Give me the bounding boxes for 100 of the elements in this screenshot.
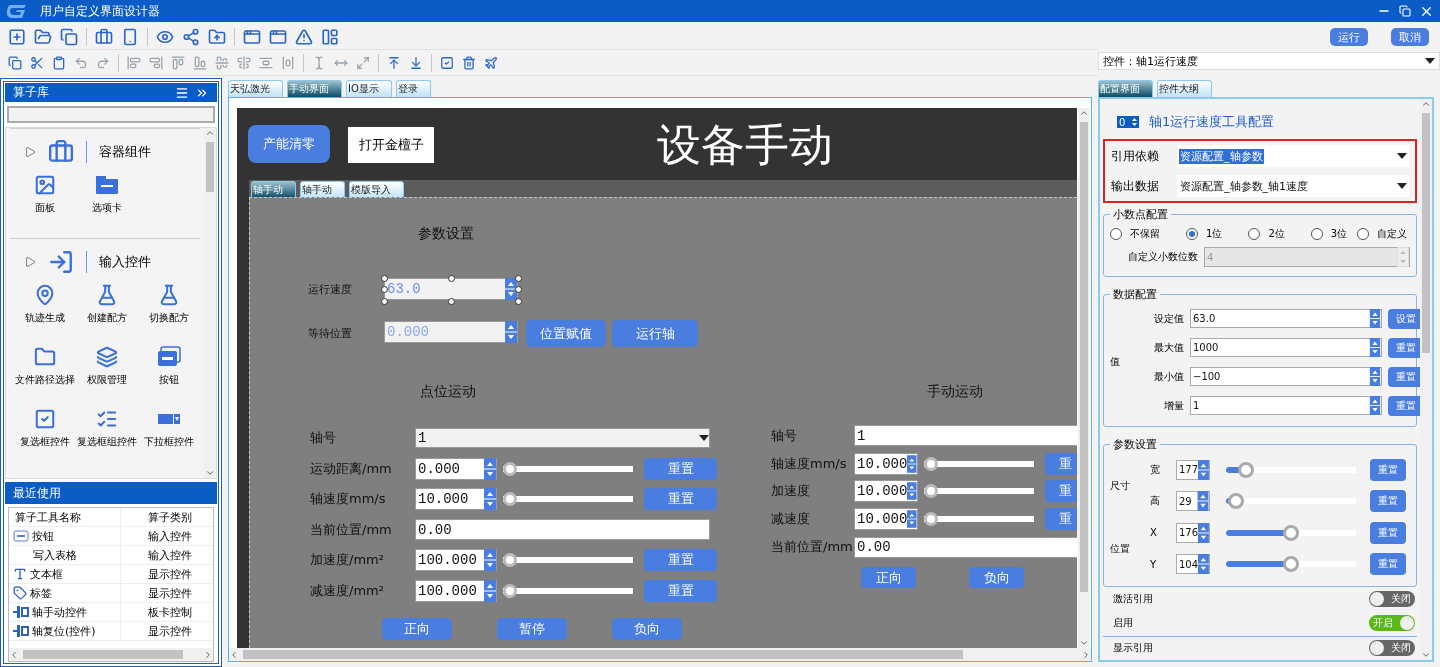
scroll-right-icon[interactable]	[1081, 649, 1091, 660]
scroll-thumb[interactable]	[243, 650, 963, 659]
distribute-horizontal-icon[interactable]	[281, 55, 295, 70]
table-row[interactable]: 按钮 输入控件	[9, 527, 213, 546]
radio-option[interactable]: 不保留	[1110, 227, 1160, 241]
radio-option[interactable]: 1位	[1186, 227, 1223, 241]
spinner-icon[interactable]	[484, 549, 496, 572]
control-dropdown[interactable]: 控件：轴1运行速度	[1098, 52, 1440, 70]
spinner-icon[interactable]	[907, 508, 917, 531]
spinner-icon[interactable]	[1197, 491, 1209, 512]
align-top-icon[interactable]	[171, 55, 185, 70]
radio-option[interactable]: 3位	[1310, 227, 1348, 241]
map-pin-icon[interactable]	[34, 284, 56, 306]
redo-icon[interactable]	[96, 55, 110, 70]
scroll-up-icon[interactable]	[1421, 99, 1431, 109]
select-all-icon[interactable]	[440, 55, 454, 70]
window-icon[interactable]	[269, 27, 287, 46]
scroll-down-icon[interactable]	[205, 468, 215, 478]
scrollbar[interactable]	[9, 648, 213, 661]
briefcase-icon[interactable]	[95, 27, 113, 46]
align-left-icon[interactable]	[127, 55, 141, 70]
category-title[interactable]: 输入控件	[86, 250, 151, 273]
binding-dropdown[interactable]: 资源配置_轴参数_轴1速度	[1177, 175, 1409, 197]
layers-icon[interactable]	[96, 346, 118, 368]
number-field[interactable]: 176	[1176, 522, 1210, 543]
index-spinner[interactable]: 0	[1117, 116, 1139, 128]
reset-button[interactable]: 重置	[644, 579, 717, 602]
spinner-icon[interactable]	[1369, 338, 1381, 357]
scroll-left-icon[interactable]	[229, 649, 239, 660]
share-icon[interactable]	[182, 27, 200, 46]
tab[interactable]: 天弘激光	[228, 80, 283, 97]
tab[interactable]: 控件大纲	[1157, 80, 1212, 97]
scroll-left-icon[interactable]	[9, 649, 19, 660]
spinner-icon[interactable]	[1369, 309, 1381, 328]
scrollbar[interactable]	[204, 128, 216, 478]
library-item[interactable]: 复选框控件	[14, 408, 76, 460]
jog-button[interactable]: 负向	[969, 567, 1024, 588]
plane-icon[interactable]	[484, 55, 498, 70]
radio-option[interactable]: 自定义	[1357, 227, 1408, 241]
table-row[interactable]: 标签 显示控件	[9, 584, 213, 603]
spinner-icon[interactable]	[1198, 522, 1209, 543]
clear-button[interactable]: 产能清零	[248, 125, 330, 163]
reset-button[interactable]: 重	[1045, 480, 1077, 503]
copy-icon[interactable]	[60, 27, 78, 46]
action-button[interactable]: 运行轴	[612, 320, 698, 347]
reset-button[interactable]: 重	[1045, 452, 1077, 475]
table-row[interactable]: 文本框 显示控件	[9, 565, 213, 584]
toggle-switch[interactable]: 关闭	[1369, 640, 1415, 657]
spinner-icon[interactable]	[1369, 367, 1381, 386]
spinner-icon[interactable]	[907, 452, 917, 475]
undo-icon[interactable]	[74, 55, 88, 70]
reset-button[interactable]: 重置	[644, 457, 717, 480]
dropdown-caret-icon[interactable]	[699, 435, 709, 442]
scroll-thumb[interactable]	[206, 142, 214, 192]
align-right-icon[interactable]	[149, 55, 163, 70]
reset-button[interactable]: 重置	[1388, 395, 1420, 416]
open-button[interactable]: 打开金檀子	[348, 127, 434, 163]
dropdown-caret-icon[interactable]	[1397, 153, 1407, 159]
tab[interactable]: IO显示	[346, 80, 392, 97]
spinner-icon[interactable]	[484, 457, 496, 480]
scroll-up-icon[interactable]	[1079, 108, 1089, 118]
action-button[interactable]: 位置赋值	[526, 320, 606, 347]
text-field[interactable]: 0.00	[854, 536, 1077, 558]
text-field[interactable]: 0.00	[415, 519, 710, 541]
spinner-icon[interactable]	[484, 579, 496, 602]
number-field[interactable]: 177	[1176, 459, 1210, 480]
table-row[interactable]: 轴复位(控件) 显示控件	[9, 622, 213, 641]
table-row[interactable]: 写入表格 输入控件	[9, 546, 213, 565]
checkbox-icon[interactable]	[34, 408, 56, 430]
number-field[interactable]: 10.000	[854, 480, 918, 503]
spinner-icon[interactable]	[484, 488, 496, 511]
resize-handle[interactable]	[448, 298, 455, 305]
reset-button[interactable]: 重	[1045, 508, 1077, 531]
reset-button[interactable]: 重置	[1388, 337, 1420, 358]
expand-triangle-icon[interactable]	[24, 255, 36, 268]
folder-up-icon[interactable]	[208, 27, 226, 46]
library-item[interactable]: 轨迹生成	[14, 284, 76, 336]
scroll-down-icon[interactable]	[1079, 638, 1089, 648]
scroll-up-icon[interactable]	[205, 128, 215, 138]
axis-dropdown[interactable]: 1	[415, 428, 710, 449]
align-center-icon[interactable]	[237, 55, 251, 70]
number-field[interactable]: 10.000	[415, 488, 497, 511]
jog-button[interactable]: 正向	[382, 618, 452, 640]
library-item[interactable]: 创建配方	[76, 284, 138, 336]
align-middle-icon[interactable]	[215, 55, 229, 70]
number-field[interactable]: 10.000	[854, 452, 918, 475]
bring-front-icon[interactable]	[387, 55, 401, 70]
scrollbar[interactable]	[1078, 108, 1090, 648]
number-field[interactable]: 100.000	[415, 549, 497, 572]
scroll-thumb[interactable]	[23, 650, 183, 659]
send-back-icon[interactable]	[409, 55, 423, 70]
jog-button[interactable]: 暂停	[497, 618, 567, 640]
folder-icon[interactable]	[34, 27, 52, 46]
reset-button[interactable]: 重置	[644, 549, 717, 572]
cancel-button[interactable]: 取消	[1391, 28, 1429, 46]
spinner-icon[interactable]	[1369, 396, 1381, 415]
scroll-thumb[interactable]	[1422, 113, 1430, 353]
scroll-right-icon[interactable]	[203, 649, 213, 660]
slider-thumb[interactable]	[1237, 461, 1254, 478]
folder-icon[interactable]	[34, 346, 56, 368]
